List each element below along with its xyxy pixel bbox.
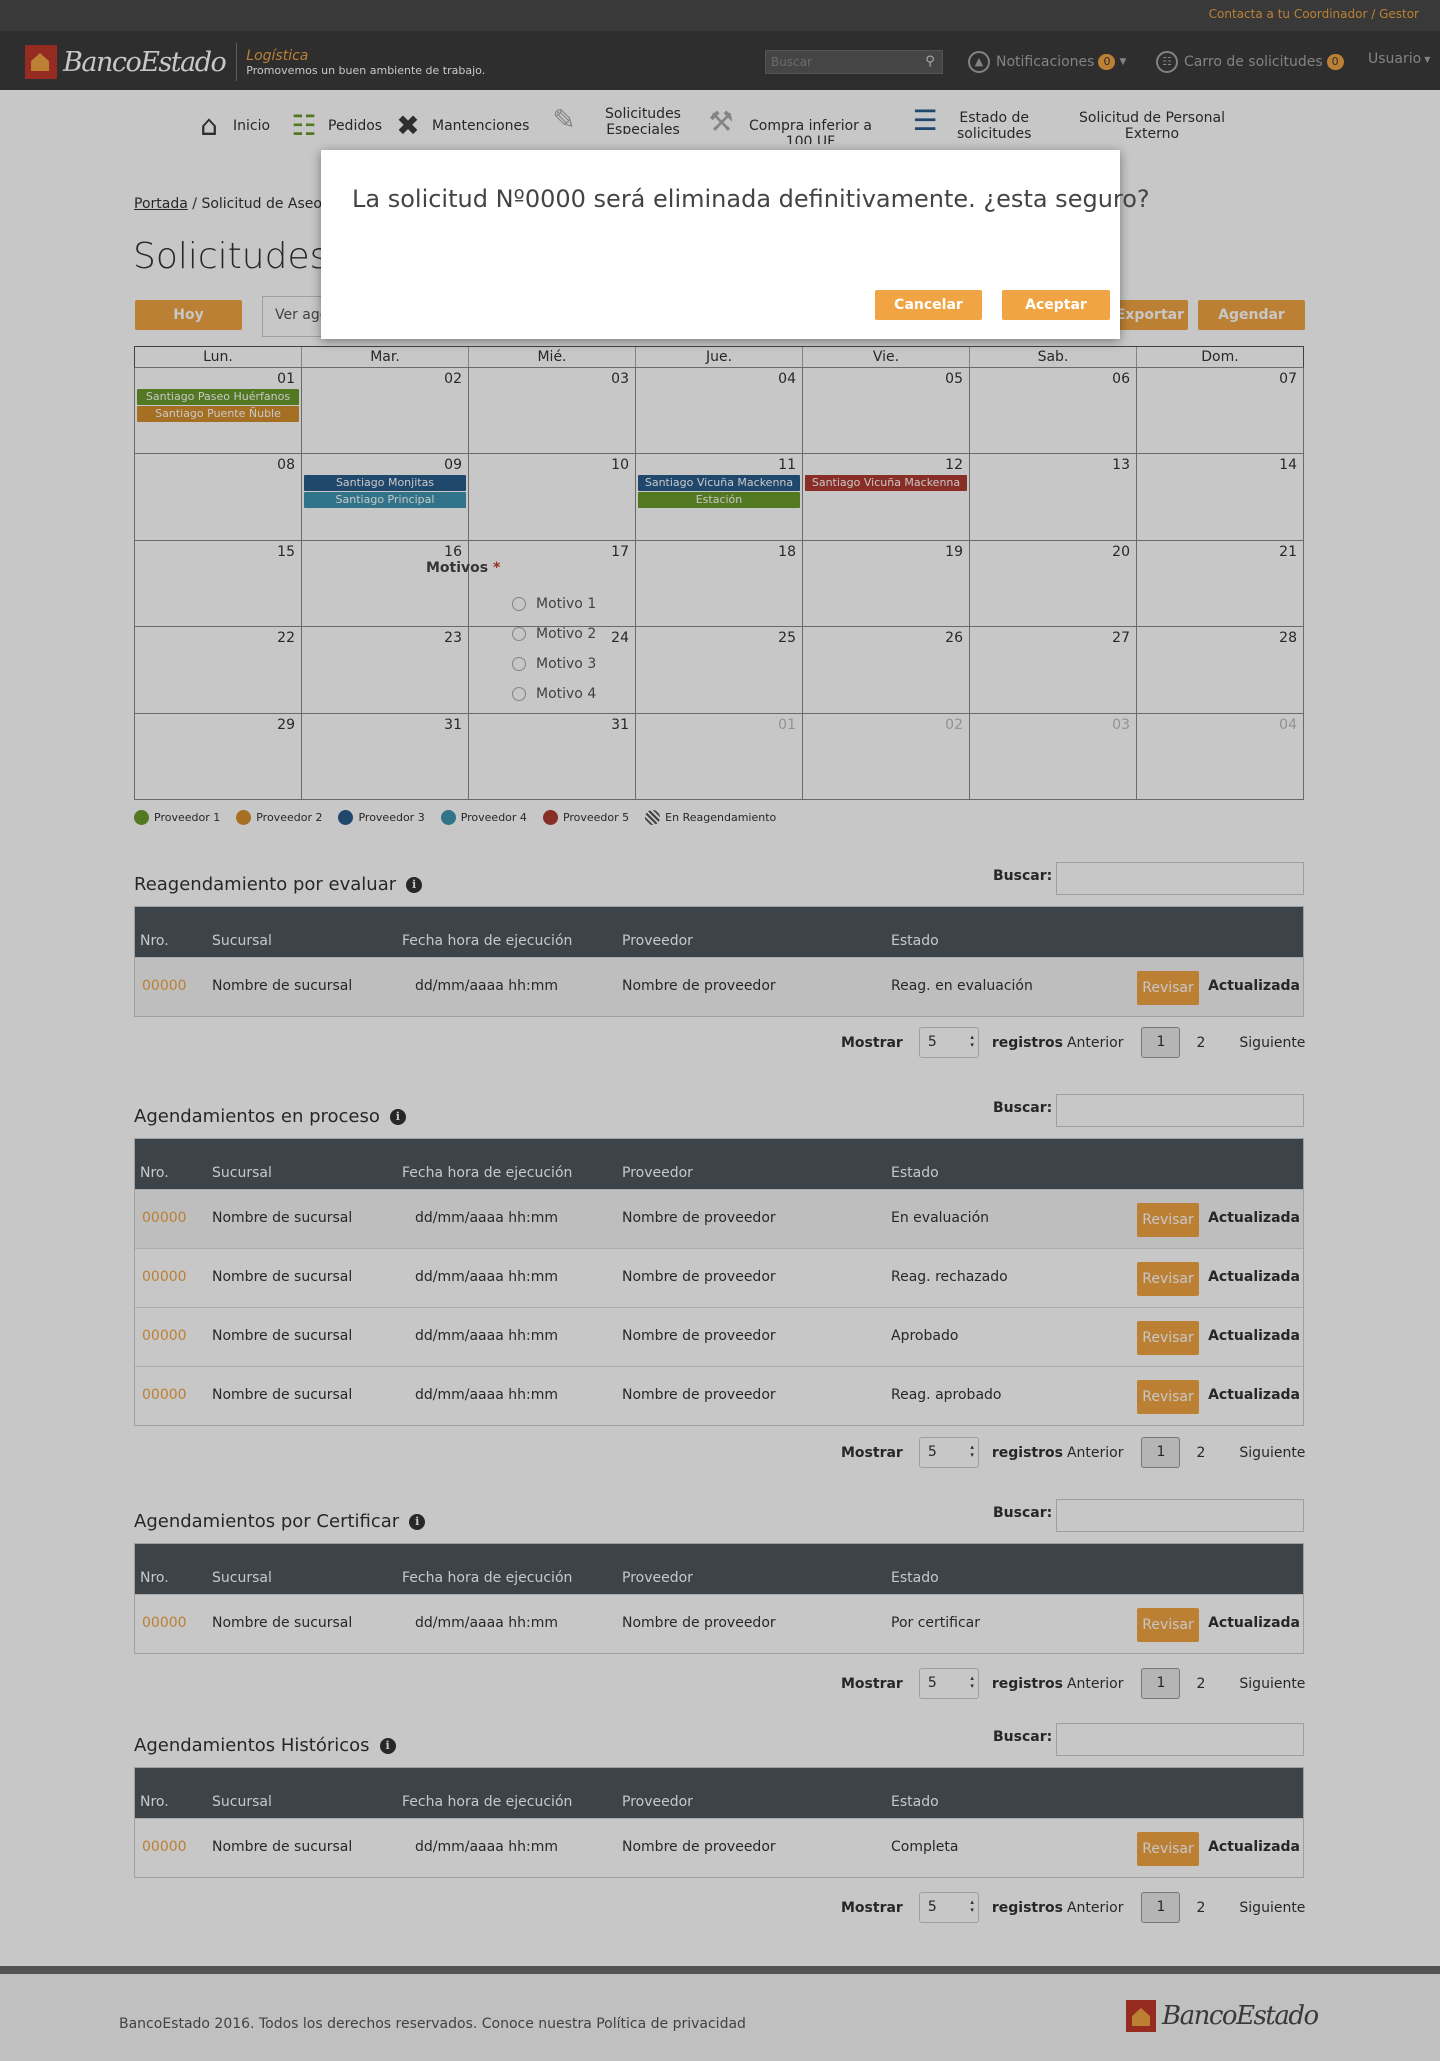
accept-button[interactable]: Aceptar [1002, 290, 1110, 320]
cancel-button[interactable]: Cancelar [875, 290, 982, 320]
confirm-dialog: La solicitud Nº0000 será eliminada defin… [321, 150, 1150, 339]
confirm-message: La solicitud Nº0000 será eliminada defin… [352, 185, 1150, 213]
